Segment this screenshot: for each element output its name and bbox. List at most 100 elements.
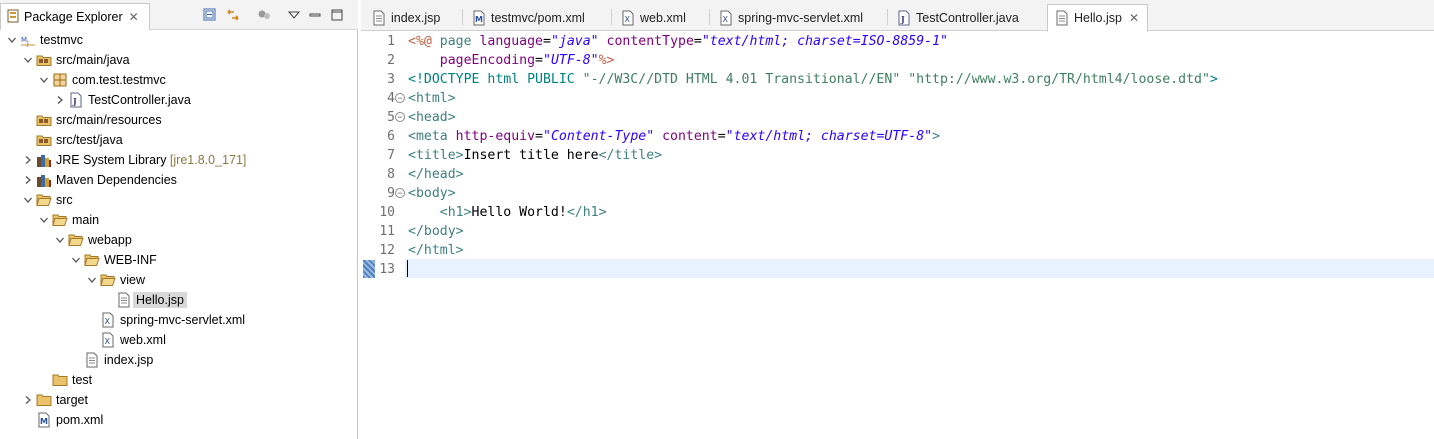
chevron-right-icon[interactable] [54,94,66,106]
tree-item[interactable]: Maven Dependencies [0,170,357,190]
code-token: <meta [408,129,456,144]
code-token: = [535,53,543,68]
tree-item[interactable]: Xspring-mvc-servlet.xml [0,310,357,330]
fold-toggle-icon[interactable]: − [395,112,405,122]
code-line: <meta http-equiv="Content-Type" content=… [408,127,940,146]
package-explorer-tab[interactable]: Package Explorer ✕ [0,3,150,30]
code-token: "-//W3C//DTD HTML 4.01 Transitional//EN" [582,72,901,87]
chevron-down-icon[interactable] [86,274,98,286]
tree-item-label: src/main/java [56,53,130,67]
folder-open-icon [68,232,84,248]
tree-item[interactable]: view [0,270,357,290]
xml-file-icon: X [100,312,116,328]
line-number: 3 [387,72,395,87]
line-number: 5 [387,110,395,125]
tree-item-label: Hello.jsp [133,292,187,308]
editor-tab[interactable]: Hello.jsp ✕ [1047,4,1148,32]
editor-tab[interactable]: J TestController.java [890,5,1019,31]
tree-item-label: src/test/java [56,133,123,147]
fold-toggle-icon[interactable]: − [395,188,405,198]
code-token: </html> [408,243,464,258]
tree-item[interactable]: JRE System Library [jre1.8.0_171] [0,150,357,170]
tree-item[interactable]: M J testmvc [0,30,357,50]
editor-tab-label: Hello.jsp [1074,11,1122,25]
tree-item-label: JRE System Library [jre1.8.0_171] [56,153,247,167]
code-token: </h1> [566,205,607,220]
line-number: 13 [379,262,395,277]
collapse-all-icon[interactable] [201,6,219,24]
package-explorer-view: Package Explorer ✕ M Jtestmvc src/main/jav… [0,0,358,439]
tree-item[interactable]: index.jsp [0,350,357,370]
chevron-down-icon[interactable] [70,254,82,266]
code-editor[interactable]: 1 2 3 4−5−6 7 8 9−10 11 12 13 <%@ page language="… [361,31,1434,439]
editor-tab-label: TestController.java [916,11,1019,25]
chevron-down-icon[interactable] [54,234,66,246]
tree-item-label: target [56,393,88,407]
editor-tab-label: index.jsp [391,11,441,25]
editor-tab[interactable]: Xweb.xml [614,5,686,31]
tree-item[interactable]: test [0,370,357,390]
chevron-down-icon[interactable] [22,194,34,206]
tree-item-label: main [72,213,100,227]
tree-item-label: pom.xml [56,413,104,427]
tree-item[interactable]: J TestController.java [0,90,357,110]
focus-on-active-task-icon[interactable] [255,6,273,24]
tree-item-label: test [72,373,93,387]
tree-item[interactable]: Xweb.xml [0,330,357,350]
tree-item[interactable]: src [0,190,357,210]
tree-item[interactable]: main [0,210,357,230]
tab-separator [462,9,463,25]
code-line: </html> [408,241,464,260]
fold-toggle-icon[interactable]: − [395,93,405,103]
chevron-right-icon[interactable] [22,394,34,406]
close-icon[interactable]: ✕ [1129,11,1139,25]
code-token: language [479,34,543,49]
chevron-down-icon[interactable] [22,54,34,66]
editor-area: index.jsp Mtestmvc/pom.xml Xweb.xml Xspring… [361,0,1434,439]
maximize-icon[interactable] [328,6,346,24]
tree-item[interactable]: com.test.testmvc [0,70,357,90]
editor-tab-label: spring-mvc-servlet.xml [738,11,864,25]
chevron-down-icon[interactable] [6,34,18,46]
minimize-icon[interactable] [306,6,324,24]
editor-tab[interactable]: index.jsp [365,5,440,31]
code-token: <html> [408,91,456,106]
close-icon[interactable]: ✕ [129,10,139,24]
link-with-editor-icon[interactable] [224,6,242,24]
jsp-file-icon [84,352,100,368]
folder-open-icon [36,192,52,208]
xml-file-icon: X [620,10,636,26]
line-number: 6 [387,129,395,144]
editor-tab[interactable]: Mtestmvc/pom.xml [465,5,585,31]
tree-item[interactable]: Mpom.xml [0,410,357,430]
editor-tab-label: web.xml [640,11,686,25]
code-token: %> [598,53,615,68]
tree-item[interactable]: target [0,390,357,410]
line-number: 4 [387,91,395,106]
chevron-right-icon[interactable] [22,174,34,186]
chevron-down-icon[interactable] [38,214,50,226]
line-number: 10 [379,205,395,220]
code-line: <title>Insert title here</title> [408,146,662,165]
tree-item[interactable]: src/main/java [0,50,357,70]
svg-text:X: X [723,15,729,24]
tree-item[interactable]: webapp [0,230,357,250]
tree-item[interactable]: src/main/resources [0,110,357,130]
code-token: = [535,129,543,144]
view-menu-icon[interactable] [285,6,303,24]
package-explorer-icon [7,9,19,26]
code-token: "UTF-8" [543,53,599,68]
tree-item-label: com.test.testmvc [72,73,166,87]
svg-text:X: X [105,337,111,346]
tree-item-label: src/main/resources [56,113,162,127]
explorer-tab-bar: Package Explorer ✕ [0,0,358,30]
folder-icon [52,372,68,388]
tree-item[interactable]: WEB-INF [0,250,357,270]
editor-tab[interactable]: Xspring-mvc-servlet.xml [712,5,863,31]
tree-item[interactable]: src/test/java [0,130,357,150]
tree-item[interactable]: Hello.jsp [0,290,357,310]
chevron-down-icon[interactable] [38,74,50,86]
chevron-right-icon[interactable] [22,154,34,166]
